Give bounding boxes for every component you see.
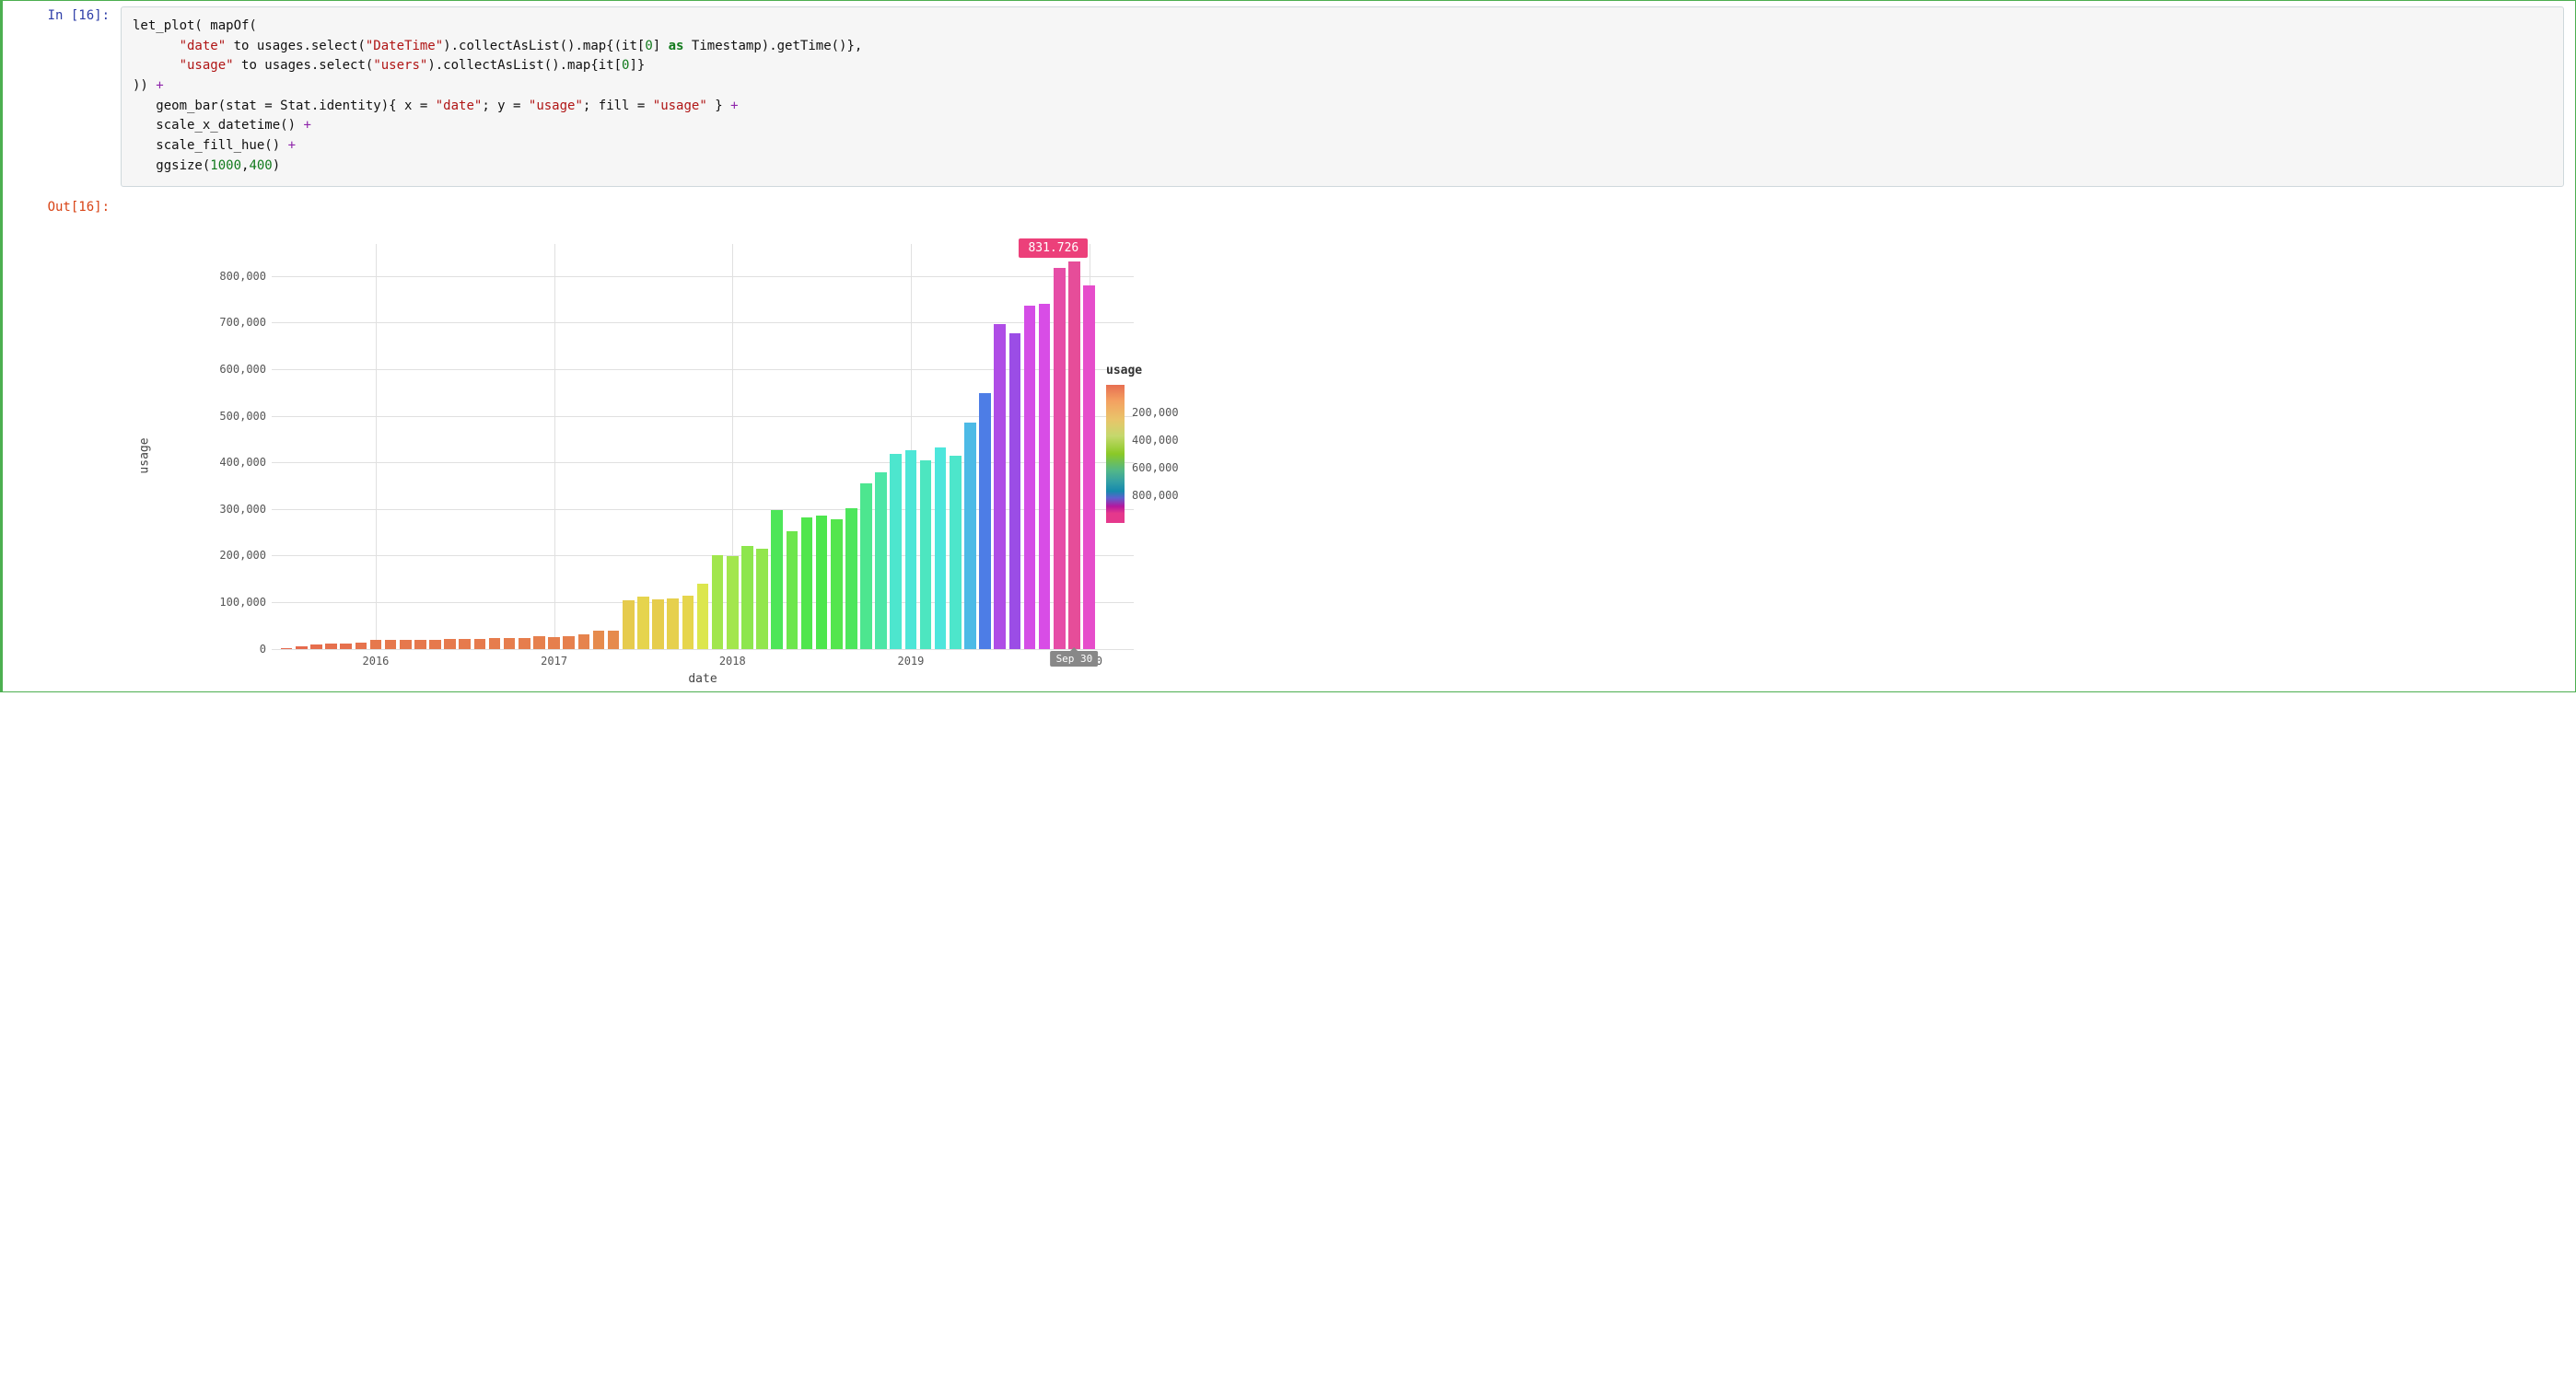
vgridline [554,244,555,649]
bar[interactable] [1068,261,1080,649]
y-tick-label: 700,000 [219,316,272,329]
x-tick-label: 2019 [897,649,924,667]
x-tick-label: 2018 [719,649,746,667]
bar[interactable] [697,584,709,649]
bar[interactable] [831,519,843,649]
bar[interactable] [727,556,739,648]
bar[interactable] [860,483,872,648]
bar[interactable] [756,549,768,649]
bar[interactable] [325,644,337,648]
bar[interactable] [533,636,545,649]
date-tooltip: Sep 30 [1051,651,1099,667]
legend-title: usage [1106,364,1235,377]
bar[interactable] [385,640,397,648]
output-area: usage 0100,000200,000300,000400,000500,0… [121,198,2564,686]
legend-tick: 800,000 [1132,489,1179,502]
bar[interactable] [950,456,962,649]
bar[interactable] [519,638,530,649]
y-tick-label: 800,000 [219,270,272,283]
bar[interactable] [474,639,486,648]
chart[interactable]: usage 0100,000200,000300,000400,000500,0… [139,226,1152,686]
y-tick-label: 400,000 [219,456,272,469]
gridline [272,649,1134,650]
legend-tick: 400,000 [1132,434,1179,447]
x-tick-label: 2016 [363,649,390,667]
legend-tick: 600,000 [1132,461,1179,474]
bar[interactable] [741,546,753,648]
y-axis-label: usage [138,437,152,473]
y-tick-label: 600,000 [219,363,272,376]
input-row: In [16]: let_plot( mapOf( "date" to usag… [8,1,2575,192]
plot-inner: 0100,000200,000300,000400,000500,000600,… [272,244,1134,649]
bar[interactable] [652,599,664,648]
y-tick-label: 300,000 [219,503,272,516]
bar[interactable] [1083,285,1095,649]
bar[interactable] [682,596,694,648]
bar[interactable] [563,636,575,649]
bar[interactable] [845,508,857,649]
in-prompt: In [16]: [19,6,121,26]
bar[interactable] [548,637,560,649]
bar[interactable] [994,324,1006,649]
out-prompt: Out[16]: [19,198,121,217]
bar[interactable] [444,639,456,648]
bar[interactable] [712,555,724,648]
bar[interactable] [356,643,367,649]
x-tick-label: 2017 [541,649,567,667]
bar[interactable] [964,423,976,649]
bar[interactable] [920,460,932,648]
gridline [272,276,1134,277]
bar[interactable] [593,631,605,648]
bar[interactable] [787,531,798,649]
bar[interactable] [935,447,947,648]
bar[interactable] [771,510,783,649]
legend: usage 200,000 400,000 600,000 800,000 [1106,364,1235,523]
bar[interactable] [667,598,679,649]
output-row: Out[16]: usage 0100,000200,000300,000400… [8,192,2575,691]
vgridline [376,244,377,649]
y-tick-label: 200,000 [219,549,272,562]
bar[interactable] [1054,268,1066,649]
bar[interactable] [875,472,887,648]
bar[interactable] [340,644,352,648]
bar[interactable] [310,644,322,648]
legend-tick: 200,000 [1132,406,1179,419]
bar[interactable] [801,517,813,649]
bar[interactable] [623,600,635,648]
bar[interactable] [489,638,501,648]
y-tick-label: 100,000 [219,596,272,609]
bar[interactable] [608,631,620,648]
plot-area: 0100,000200,000300,000400,000500,000600,… [240,244,1161,649]
bar[interactable] [1009,333,1021,649]
bar[interactable] [370,640,382,648]
code-input[interactable]: let_plot( mapOf( "date" to usages.select… [121,6,2564,187]
bar[interactable] [459,639,471,648]
bar[interactable] [578,634,590,648]
bar[interactable] [504,638,516,649]
bar[interactable] [1024,306,1036,648]
x-axis-label: date [688,672,717,686]
bar[interactable] [414,640,426,648]
bar[interactable] [400,640,412,648]
bar[interactable] [637,597,649,649]
value-tooltip: 831.726 [1019,238,1088,258]
y-tick-label: 500,000 [219,410,272,423]
bar[interactable] [905,450,917,649]
bar[interactable] [296,646,308,648]
y-tick-label: 0 [260,643,272,656]
legend-colorbar [1106,385,1125,523]
notebook-cell: In [16]: let_plot( mapOf( "date" to usag… [0,0,2576,692]
bar[interactable] [890,454,902,648]
bar[interactable] [1039,304,1051,648]
bar[interactable] [979,393,991,649]
bar[interactable] [429,640,441,649]
bar[interactable] [281,648,293,649]
bar[interactable] [816,516,828,648]
